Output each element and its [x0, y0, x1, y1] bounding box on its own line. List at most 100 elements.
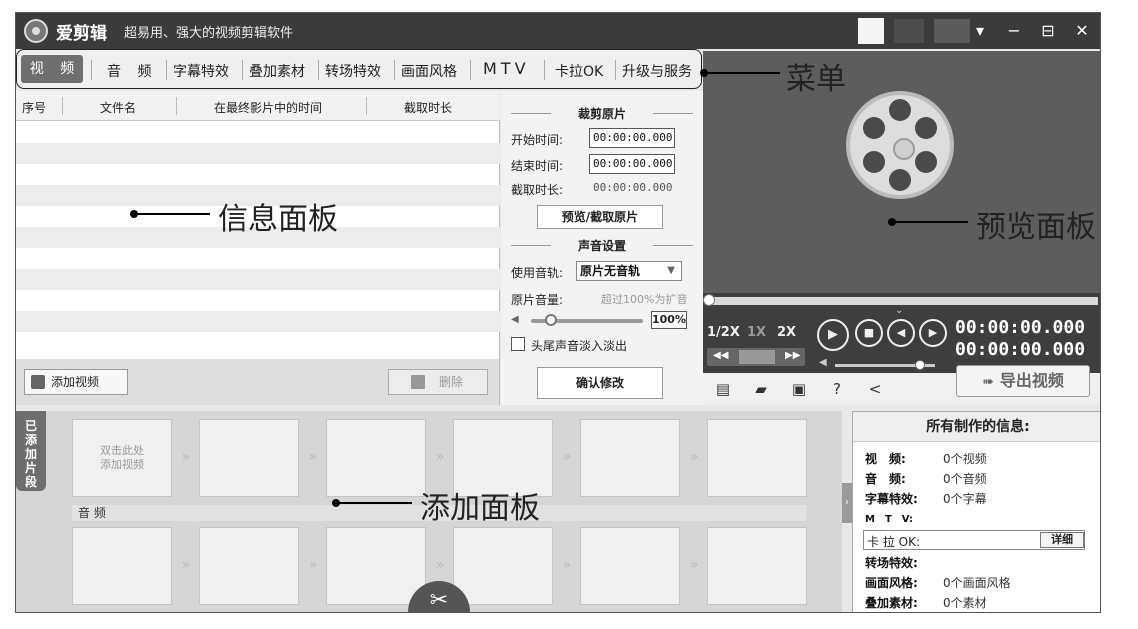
reel-hole [915, 117, 937, 139]
menu-item-karaoke[interactable]: 卡拉OK [555, 61, 603, 81]
timecode-current: 00:00:00.000 [955, 317, 1086, 338]
player-volume-slider[interactable] [835, 360, 935, 370]
duration-value: 00:00:00.000 [593, 181, 673, 194]
col-index[interactable]: 序号 [22, 99, 46, 116]
app-window: 爱剪辑 超易用、强大的视频剪辑软件 ▾ − ⊟ ✕ 视 频 音 频 字幕特效 叠… [15, 12, 1101, 613]
timecode-total: 00:00:00.000 [955, 339, 1086, 360]
speed-double[interactable]: 2X [777, 325, 796, 340]
chevron-down-icon: ▼ [667, 265, 675, 276]
play-button[interactable]: ▶ [817, 319, 849, 351]
clip-slot[interactable] [72, 527, 172, 605]
volume-slider[interactable] [531, 314, 643, 326]
annotation-menu: 菜单 [786, 62, 846, 97]
main-menu: 视 频 音 频 字幕特效 叠加素材 转场特效 画面风格 MTV 卡拉OK 升级与… [16, 49, 702, 89]
reel-hole [889, 169, 911, 191]
film-reel-icon [846, 91, 954, 199]
add-video-label: 添加视频 [51, 375, 100, 389]
clip-slot[interactable] [453, 527, 553, 605]
reel-center [893, 138, 915, 160]
info-value: 0个音频 [943, 472, 987, 486]
menu-separator [470, 60, 471, 80]
minimize-button[interactable]: − [1002, 19, 1026, 43]
start-time-input[interactable]: 00:00:00.000 [589, 128, 675, 148]
title-bar: 爱剪辑 超易用、强大的视频剪辑软件 ▾ − ⊟ ✕ [16, 13, 1100, 49]
close-button[interactable]: ✕ [1070, 19, 1094, 43]
seek-bar[interactable] [703, 294, 1098, 306]
annotation-line [704, 72, 780, 74]
add-video-slot[interactable]: 双击此处 添加视频 [72, 419, 172, 497]
table-row[interactable] [16, 143, 500, 164]
clip-slot[interactable] [707, 527, 807, 605]
open-folder-icon[interactable]: ▰ [751, 379, 771, 399]
expand-panel-button[interactable]: › [842, 483, 852, 523]
col-filename[interactable]: 文件名 [100, 99, 136, 116]
clip-slot[interactable] [199, 419, 299, 497]
export-video-label: 导出视频 [999, 371, 1064, 390]
fade-checkbox[interactable] [511, 337, 525, 351]
trim-section-title: 裁剪原片 [511, 105, 693, 122]
next-frame-button[interactable]: ▶ [919, 319, 947, 347]
volume-slider-handle[interactable] [545, 314, 558, 326]
delete-label: 删除 [439, 375, 464, 389]
clip-slot[interactable] [580, 527, 680, 605]
menu-item-audio[interactable]: 音 频 [107, 61, 157, 81]
col-timeline[interactable]: 在最终影片中的时间 [214, 99, 322, 116]
add-video-placeholder: 双击此处 添加视频 [100, 444, 144, 471]
add-video-button[interactable]: 添加视频 [24, 369, 128, 395]
col-duration[interactable]: 截取时长 [404, 99, 452, 116]
trash-icon [411, 375, 425, 389]
jog-shuttle[interactable]: ◀◀ ▶▶ [707, 348, 805, 366]
user-avatar[interactable] [858, 18, 884, 44]
seek-bar-handle[interactable] [703, 294, 715, 306]
collapse-icon[interactable]: ⌄ [895, 305, 903, 316]
help-icon[interactable]: ? [827, 379, 847, 399]
info-label: 卡 拉 OK: [867, 535, 920, 549]
confirm-button[interactable]: 确认修改 [537, 367, 663, 399]
share-icon[interactable]: < [865, 379, 885, 399]
speed-half[interactable]: 1/2X [707, 325, 740, 340]
maximize-button[interactable]: ⊟ [1036, 19, 1060, 43]
fast-forward-icon[interactable]: ▶▶ [785, 350, 800, 361]
rewind-icon[interactable]: ◀◀ [713, 350, 728, 361]
speed-normal[interactable]: 1X [747, 325, 766, 340]
table-row[interactable] [16, 269, 500, 290]
chevron-right-icon: » [562, 557, 572, 573]
menu-separator [318, 60, 319, 80]
dropdown-icon[interactable]: ▾ [968, 19, 992, 43]
clip-slot[interactable] [199, 527, 299, 605]
menu-item-style[interactable]: 画面风格 [401, 61, 457, 81]
preview-trim-button[interactable]: 预览/截取原片 [537, 205, 663, 229]
clip-slot[interactable] [326, 527, 426, 605]
menu-item-upgrade[interactable]: 升级与服务 [622, 61, 692, 81]
player-volume-handle[interactable] [915, 360, 925, 370]
prev-frame-button[interactable]: ◀ [887, 319, 915, 347]
menu-item-mtv[interactable]: MTV [483, 59, 530, 78]
added-clips-tab[interactable]: 已添加片段 [16, 411, 46, 491]
menu-separator [544, 60, 545, 80]
clip-slot[interactable] [707, 419, 807, 497]
chevron-right-icon: » [435, 449, 445, 465]
clip-slot[interactable] [580, 419, 680, 497]
save-icon[interactable]: ▣ [789, 379, 809, 399]
menu-item-overlay[interactable]: 叠加素材 [249, 61, 305, 81]
add-video-icon [31, 375, 45, 389]
stop-button[interactable]: ■ [855, 319, 883, 347]
delete-button[interactable]: 删除 [388, 369, 488, 395]
menu-item-subtitles[interactable]: 字幕特效 [173, 61, 229, 81]
chevron-right-icon: » [181, 449, 191, 465]
annotation-preview-panel: 预览面板 [976, 210, 1096, 245]
detail-button[interactable]: 详细 [1040, 532, 1084, 548]
clip-slot[interactable] [326, 419, 426, 497]
table-row[interactable] [16, 311, 500, 332]
menu-item-transitions[interactable]: 转场特效 [325, 61, 381, 81]
annotation-line [892, 221, 968, 223]
menu-item-video[interactable]: 视 频 [21, 55, 83, 83]
end-time-input[interactable]: 00:00:00.000 [589, 154, 675, 174]
annotation-line [336, 502, 412, 504]
jog-wheel[interactable] [739, 350, 775, 364]
track-select[interactable]: 原片无音轨 ▼ [576, 261, 682, 281]
export-video-button[interactable]: ➠ 导出视频 [956, 365, 1090, 397]
info-label: 画面风格: [865, 576, 918, 590]
new-project-icon[interactable]: ▤ [713, 379, 733, 399]
volume-value[interactable]: 100% [651, 311, 687, 329]
